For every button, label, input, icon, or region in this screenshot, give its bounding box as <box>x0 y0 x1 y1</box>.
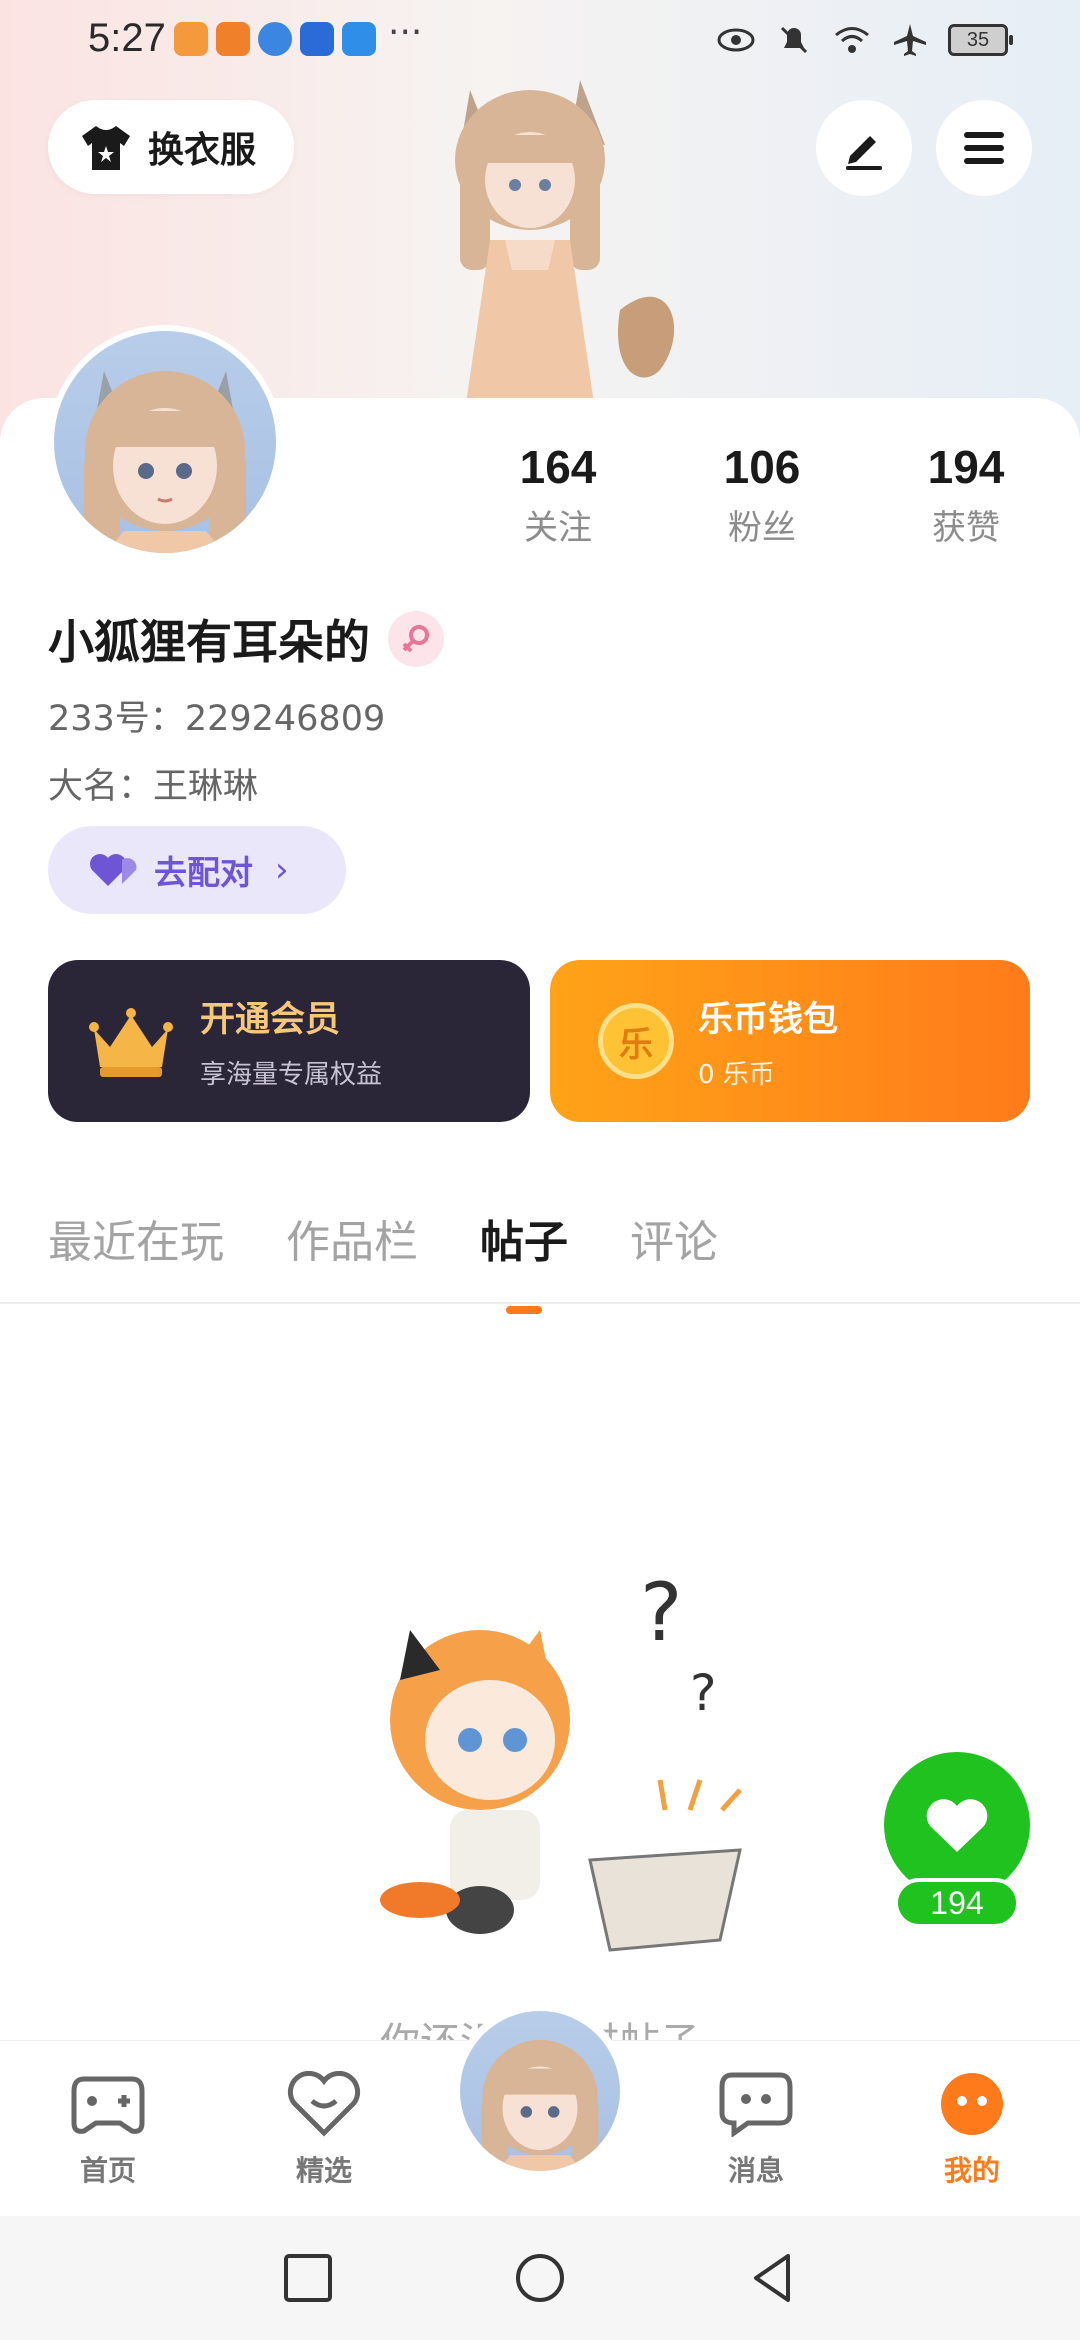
like-count: 194 <box>894 1878 1020 1928</box>
stat-followers[interactable]: 106 粉丝 <box>672 440 852 549</box>
coin-char: 乐 <box>619 1024 653 1065</box>
tab-posts[interactable]: 帖子 <box>480 1206 568 1270</box>
real-name-label: 大名： <box>48 767 154 807</box>
eye-icon <box>717 28 755 52</box>
name-row: 小狐狸有耳朵的 <box>48 606 444 672</box>
nav-messages-label: 消息 <box>727 2154 784 2187</box>
chevron-right-icon: › <box>275 850 289 890</box>
stat-likes[interactable]: 194 获赞 <box>876 440 1056 549</box>
status-app-icons <box>174 22 376 56</box>
back-icon[interactable] <box>744 2250 800 2306</box>
gamepad-icon <box>71 2076 145 2134</box>
svg-text:?: ? <box>690 1664 717 1722</box>
nav-home-label: 首页 <box>79 2154 136 2187</box>
pair-button[interactable]: 去配对 › <box>48 826 346 914</box>
app-notification-icon <box>258 22 292 56</box>
heart-chat-icon <box>287 2070 361 2137</box>
vip-title: 开通会员 <box>200 1000 341 1040</box>
airplane-icon <box>894 24 926 56</box>
like-button[interactable]: 194 <box>884 1752 1030 1932</box>
tab-works[interactable]: 作品栏 <box>286 1206 418 1270</box>
menu-icon <box>964 132 1004 164</box>
wallet-banner[interactable]: 乐 乐币钱包 0 乐币 <box>550 960 1030 1122</box>
following-label: 关注 <box>524 508 592 548</box>
nav-featured[interactable]: 精选 <box>264 2070 384 2189</box>
followers-label: 粉丝 <box>728 508 796 548</box>
nav-avatar-button[interactable] <box>452 2003 628 2179</box>
recent-apps-icon[interactable] <box>280 2250 336 2306</box>
nav-me[interactable]: 我的 <box>912 2071 1032 2189</box>
home-icon[interactable] <box>512 2250 568 2306</box>
system-navigation-bar <box>0 2216 1080 2340</box>
change-outfit-label: 换衣服 <box>148 130 257 171</box>
app-notification-icon <box>342 22 376 56</box>
nav-featured-label: 精选 <box>295 2154 352 2187</box>
battery-indicator: 35 <box>948 24 1013 56</box>
heart-icon <box>926 1799 988 1852</box>
app-notification-icon <box>300 22 334 56</box>
real-name: 大名：王琳琳 <box>48 758 258 809</box>
nav-messages[interactable]: 消息 <box>696 2071 816 2189</box>
tabs-divider <box>0 1302 1080 1304</box>
edit-profile-button[interactable] <box>816 100 912 196</box>
likes-label: 获赞 <box>932 508 1000 548</box>
nav-me-label: 我的 <box>943 2154 1000 2187</box>
heart-icon <box>90 854 137 886</box>
wallet-title: 乐币钱包 <box>698 1000 839 1040</box>
bottom-nav: 首页 精选 消息 我的 <box>0 2003 1080 2216</box>
shirt-icon <box>82 126 130 170</box>
character-illustration <box>455 80 675 410</box>
crown-icon <box>89 1008 173 1077</box>
tab-comments[interactable]: 评论 <box>630 1206 718 1270</box>
app-notification-icon <box>216 22 250 56</box>
svg-text:?: ? <box>640 1566 682 1659</box>
tab-recent-play[interactable]: 最近在玩 <box>48 1206 224 1270</box>
user-id-label: 233号： <box>48 699 185 739</box>
status-time: 5:27 <box>88 16 166 60</box>
message-icon <box>719 2072 793 2138</box>
change-outfit-button[interactable]: 换衣服 <box>48 100 294 194</box>
app-notification-icon <box>174 22 208 56</box>
coin-icon: 乐 <box>598 1003 674 1079</box>
stat-following[interactable]: 164 关注 <box>468 440 648 549</box>
vip-subtitle: 享海量专属权益 <box>200 1060 383 1090</box>
female-icon <box>388 611 444 667</box>
status-more: ··· <box>388 12 423 53</box>
profile-face-icon <box>941 2073 1003 2135</box>
content-tabs: 最近在玩 作品栏 帖子 评论 <box>48 1206 780 1270</box>
avatar[interactable] <box>48 325 282 559</box>
avatar-image <box>481 2039 599 2171</box>
edit-icon <box>846 136 882 170</box>
pair-button-label: 去配对 <box>154 853 253 892</box>
empty-state-illustration: ? ? <box>380 1566 742 1952</box>
user-id: 233号：229246809 <box>48 690 385 741</box>
status-bar: 5:27 ··· 35 <box>0 0 1080 84</box>
vip-banner[interactable]: 开通会员 享海量专属权益 <box>48 960 530 1122</box>
user-name: 小狐狸有耳朵的 <box>48 615 370 669</box>
followers-count: 106 <box>723 441 801 493</box>
following-count: 164 <box>519 441 597 493</box>
like-circle <box>884 1752 1030 1898</box>
user-id-value: 229246809 <box>184 699 386 739</box>
nav-home[interactable]: 首页 <box>48 2071 168 2189</box>
wifi-icon <box>835 27 869 53</box>
likes-count: 194 <box>927 441 1005 493</box>
wallet-subtitle: 0 乐币 <box>698 1060 775 1090</box>
avatar-image <box>84 371 246 553</box>
menu-button[interactable] <box>936 100 1032 196</box>
mute-bell-icon <box>780 26 808 54</box>
real-name-value: 王琳琳 <box>153 767 259 807</box>
